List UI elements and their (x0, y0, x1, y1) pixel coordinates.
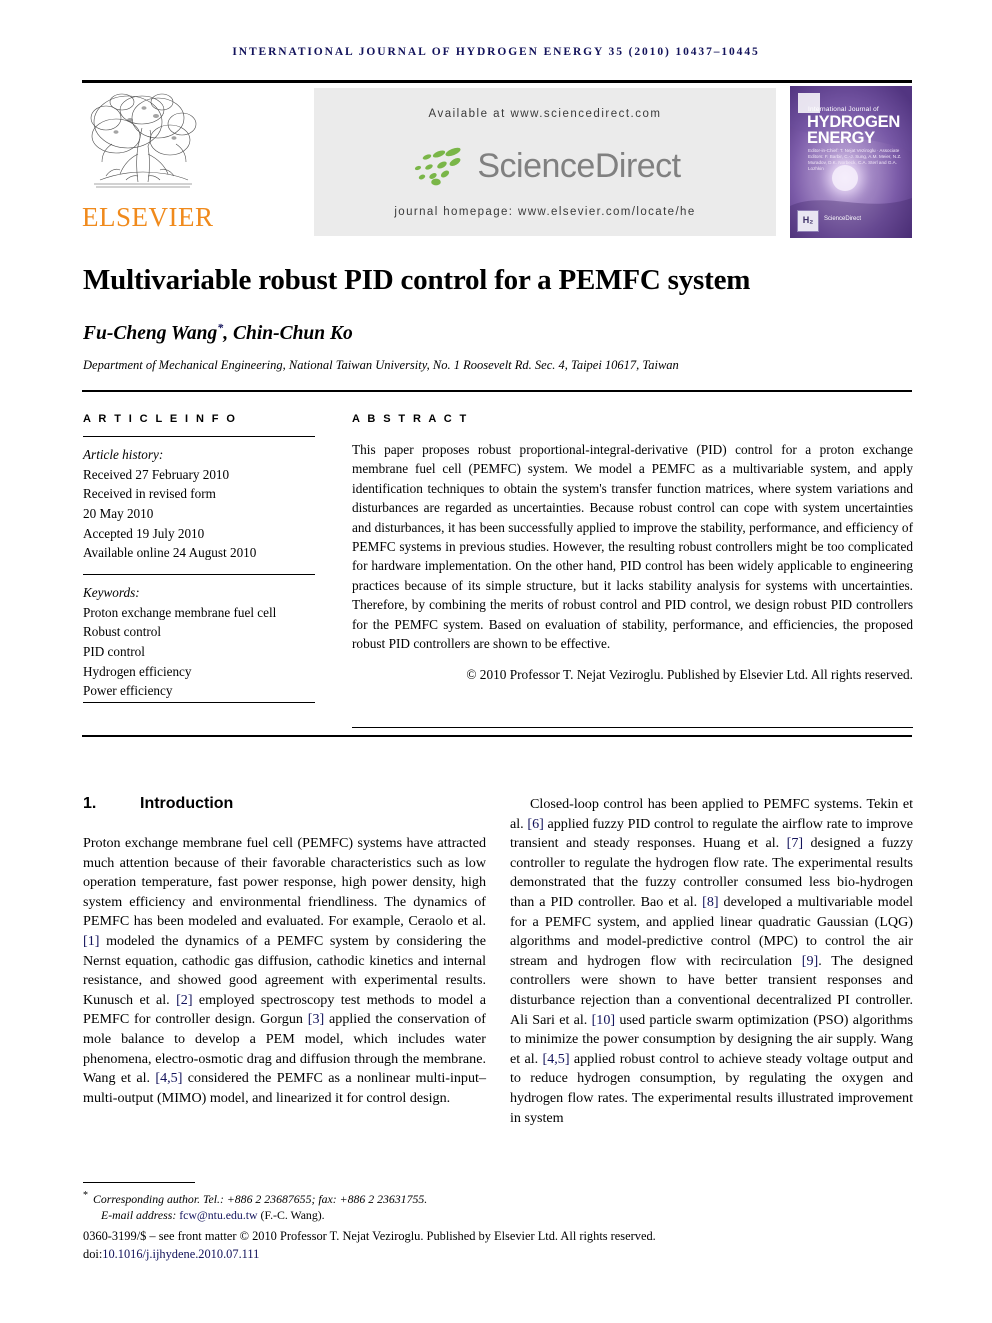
journal-homepage-text: journal homepage: www.elsevier.com/locat… (394, 206, 696, 218)
cover-h2-badge: H₂ (797, 210, 819, 232)
article-info-heading: A R T I C L E I N F O (83, 413, 238, 425)
citation-ref[interactable]: [3] (308, 1011, 324, 1027)
journal-cover-image: International Journal of HYDROGEN ENERGY… (790, 86, 912, 238)
cover-line3: ENERGY (807, 129, 875, 147)
text-run: Proton exchange membrane fuel cell (PEMF… (83, 835, 486, 930)
available-at-text: Available at www.sciencedirect.com (428, 108, 662, 120)
page-title: Multivariable robust PID control for a P… (83, 264, 751, 296)
article-history-label: Article history: (83, 447, 164, 463)
keyword-item: Hydrogen efficiency (83, 663, 192, 679)
paragraph-right: Closed-loop control has been applied to … (510, 795, 913, 1128)
history-item: Accepted 19 July 2010 (83, 525, 205, 541)
elsevier-tree-icon (86, 88, 200, 200)
info-bottom-rule (82, 735, 912, 738)
elsevier-wordmark: ELSEVIER (82, 202, 214, 232)
footnote-rule (83, 1182, 195, 1184)
asterisk-icon: * (83, 1190, 88, 1201)
citation-ref[interactable]: [2] (176, 992, 192, 1008)
info-top-rule (82, 390, 912, 393)
citation-ref[interactable]: [8] (702, 894, 718, 910)
elsevier-logo: ELSEVIER (82, 86, 214, 238)
paragraph-left: Proton exchange membrane fuel cell (PEMF… (83, 834, 486, 1108)
sciencedirect-logo: ScienceDirect (314, 140, 776, 192)
text-run: applied robust control to achieve steady… (510, 1050, 913, 1126)
affiliation: Department of Mechanical Engineering, Na… (83, 358, 679, 372)
keyword-item: PID control (83, 643, 145, 659)
paper-page: INTERNATIONAL JOURNAL OF HYDROGEN ENERGY… (0, 0, 992, 1323)
history-item: Received in revised form (83, 486, 216, 502)
corresponding-author-marker: * (217, 320, 224, 334)
corresponding-author-line: * Corresponding author. Tel.: +886 2 2368… (83, 1188, 643, 1207)
keyword-item: Power efficiency (83, 683, 173, 699)
history-item: Received 27 February 2010 (83, 466, 230, 482)
corresponding-author-text: Corresponding author. Tel.: +886 2 23687… (93, 1191, 428, 1206)
abstract-heading: A B S T R A C T (352, 413, 469, 425)
citation-ref[interactable]: [4,5] (543, 1051, 570, 1067)
email-link[interactable]: fcw@ntu.edu.tw (179, 1208, 257, 1222)
article-history-rule (83, 436, 315, 438)
authors-text: Fu-Cheng Wang*, Chin-Chun Ko (83, 320, 353, 344)
running-head: INTERNATIONAL JOURNAL OF HYDROGEN ENERGY… (232, 46, 760, 58)
doi-link[interactable]: 10.1016/j.ijhydene.2010.07.111 (102, 1247, 259, 1261)
keyword-item: Proton exchange membrane fuel cell (83, 604, 277, 620)
keyword-item: Robust control (83, 624, 162, 640)
citation-ref[interactable]: [7] (787, 835, 803, 851)
body-column-right: Closed-loop control has been applied to … (510, 795, 913, 1128)
citation-ref[interactable]: [10] (592, 1012, 615, 1028)
cover-line1: International Journal of (808, 106, 879, 113)
cover-editors: Editor-in-Chief: T. Nejat Veziroglu · As… (808, 148, 902, 171)
masthead: ELSEVIER Available at www.sciencedirect.… (82, 86, 912, 238)
header-rule (82, 80, 912, 83)
abstract-body: This paper proposes robust proportional-… (352, 442, 913, 652)
history-item: Available online 24 August 2010 (83, 545, 257, 561)
abstract-bottom-rule (352, 727, 913, 729)
article-info-column: Article history: Received 27 February 20… (83, 436, 315, 701)
cover-sciencedirect-text: ScienceDirect (824, 216, 862, 222)
sciencedirect-banner: Available at www.sciencedirect.com Scien… (314, 88, 776, 236)
email-label: E-mail address: (101, 1208, 177, 1223)
doi-label: doi: (83, 1247, 103, 1261)
email-suffix: (F.-C. Wang). (260, 1208, 325, 1223)
section-title: Introduction (140, 795, 234, 812)
abstract-copyright: © 2010 Professor T. Nejat Veziroglu. Pub… (466, 667, 913, 683)
citation-ref[interactable]: [4,5] (155, 1070, 182, 1086)
sciencedirect-leaves-icon (415, 147, 461, 186)
citation-ref[interactable]: [6] (527, 816, 543, 832)
body-column-left: Proton exchange membrane fuel cell (PEMF… (83, 834, 486, 1108)
citation-ref[interactable]: [9] (802, 953, 818, 969)
author-list: Fu-Cheng Wang*, Chin-Chun Ko (83, 320, 913, 345)
section-number: 1. (83, 795, 97, 812)
citation-ref[interactable]: [1] (83, 933, 99, 949)
abstract-column: This paper proposes robust proportional-… (352, 440, 913, 685)
keywords-rule (83, 573, 315, 576)
cover-line2: HYDROGEN (807, 113, 900, 131)
sciencedirect-wordmark: ScienceDirect (477, 146, 681, 185)
keywords-label: Keywords: (83, 585, 140, 601)
history-item: 20 May 2010 (83, 506, 154, 522)
footnote-block: * Corresponding author. Tel.: +886 2 2368… (83, 1188, 643, 1224)
cover-journal-name: HYDROGEN ENERGY (807, 113, 907, 147)
keywords-bottom-rule (83, 702, 315, 704)
front-matter-line: 0360-3199/$ – see front matter © 2010 Pr… (83, 1229, 656, 1243)
email-line: E-mail address: fcw@ntu.edu.tw (F.-C. Wa… (83, 1207, 643, 1224)
doi-line: doi:10.1016/j.ijhydene.2010.07.111 (83, 1247, 259, 1262)
